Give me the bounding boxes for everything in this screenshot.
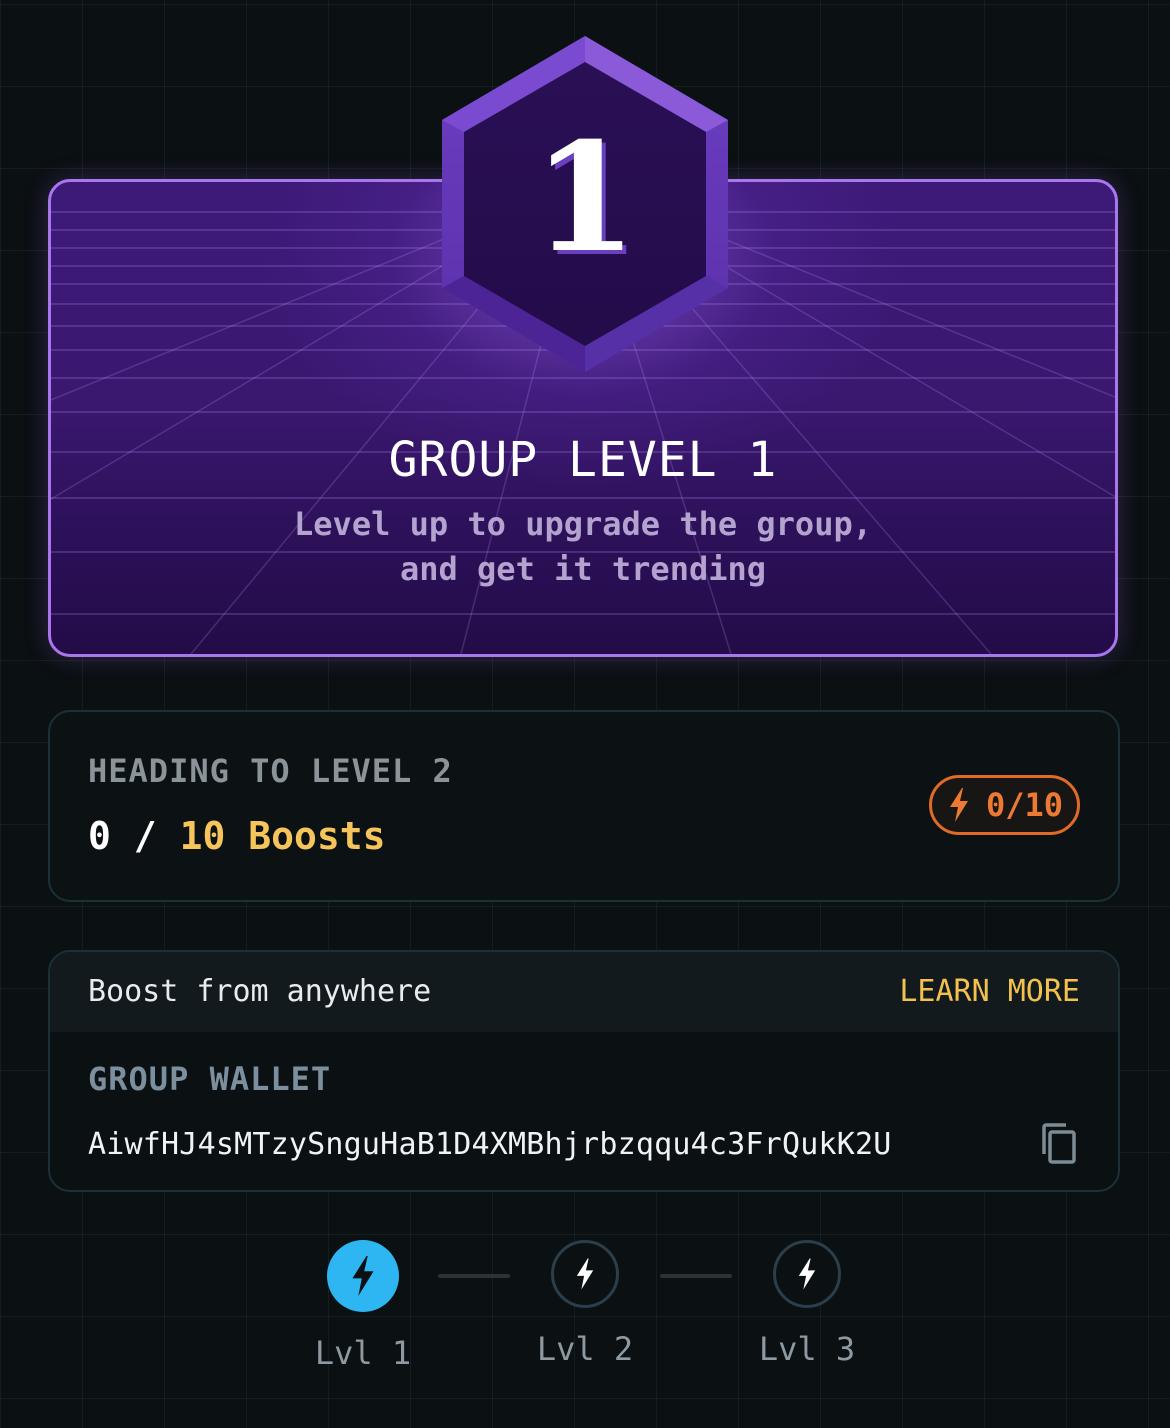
learn-more-link[interactable]: LEARN MORE xyxy=(899,974,1080,1009)
level-step-1-circle xyxy=(327,1240,399,1312)
group-wallet-card: Boost from anywhere LEARN MORE GROUP WAL… xyxy=(48,950,1120,1192)
bolt-icon xyxy=(576,1258,594,1290)
level-step-2[interactable]: Lvl 2 xyxy=(515,1240,655,1368)
level-step-2-circle xyxy=(551,1240,619,1308)
boost-count: 0 / 10 Boosts xyxy=(88,814,385,858)
level-step-3-label: Lvl 3 xyxy=(758,1330,856,1368)
boost-current: 0 xyxy=(88,814,111,858)
level-step-1[interactable]: Lvl 1 xyxy=(293,1240,433,1372)
bolt-icon xyxy=(798,1258,816,1290)
wallet-card-header: Boost from anywhere LEARN MORE xyxy=(50,952,1118,1032)
progress-heading: HEADING TO LEVEL 2 xyxy=(88,752,453,790)
step-connector-1 xyxy=(438,1274,510,1278)
next-level-progress-card: HEADING TO LEVEL 2 0 / 10 Boosts 0/10 xyxy=(48,710,1120,902)
copy-address-button[interactable] xyxy=(1038,1122,1082,1166)
level-step-3-circle xyxy=(773,1240,841,1308)
wallet-address[interactable]: AiwfHJ4sMTzySnguHaB1D4XMBhjrbzqqu4c3FrQu… xyxy=(88,1127,892,1162)
boost-target: 10 Boosts xyxy=(179,814,386,858)
step-connector-2 xyxy=(660,1274,732,1278)
level-hexagon-badge: 1 xyxy=(440,36,730,374)
group-level-subtitle: Level up to upgrade the group, and get i… xyxy=(51,502,1115,592)
boost-progress-badge: 0/10 xyxy=(928,775,1080,835)
boost-from-anywhere-label: Boost from anywhere xyxy=(88,974,432,1009)
bolt-icon xyxy=(352,1256,374,1296)
boost-progress-text: 0/10 xyxy=(985,786,1063,824)
level-stepper: Lvl 1 Lvl 2 Lvl 3 xyxy=(0,1240,1170,1380)
copy-icon xyxy=(1042,1123,1076,1164)
group-wallet-heading: GROUP WALLET xyxy=(88,1060,332,1098)
level-step-1-label: Lvl 1 xyxy=(314,1334,412,1372)
level-step-3[interactable]: Lvl 3 xyxy=(737,1240,877,1368)
subtitle-line-2: and get it trending xyxy=(399,550,767,588)
badge-level-number: 1 xyxy=(532,110,638,286)
bolt-icon xyxy=(949,788,968,822)
boost-separator: / xyxy=(133,814,157,858)
group-level-title: GROUP LEVEL 1 xyxy=(388,432,778,488)
subtitle-line-1: Level up to upgrade the group, xyxy=(294,505,872,543)
level-step-2-label: Lvl 2 xyxy=(536,1330,634,1368)
